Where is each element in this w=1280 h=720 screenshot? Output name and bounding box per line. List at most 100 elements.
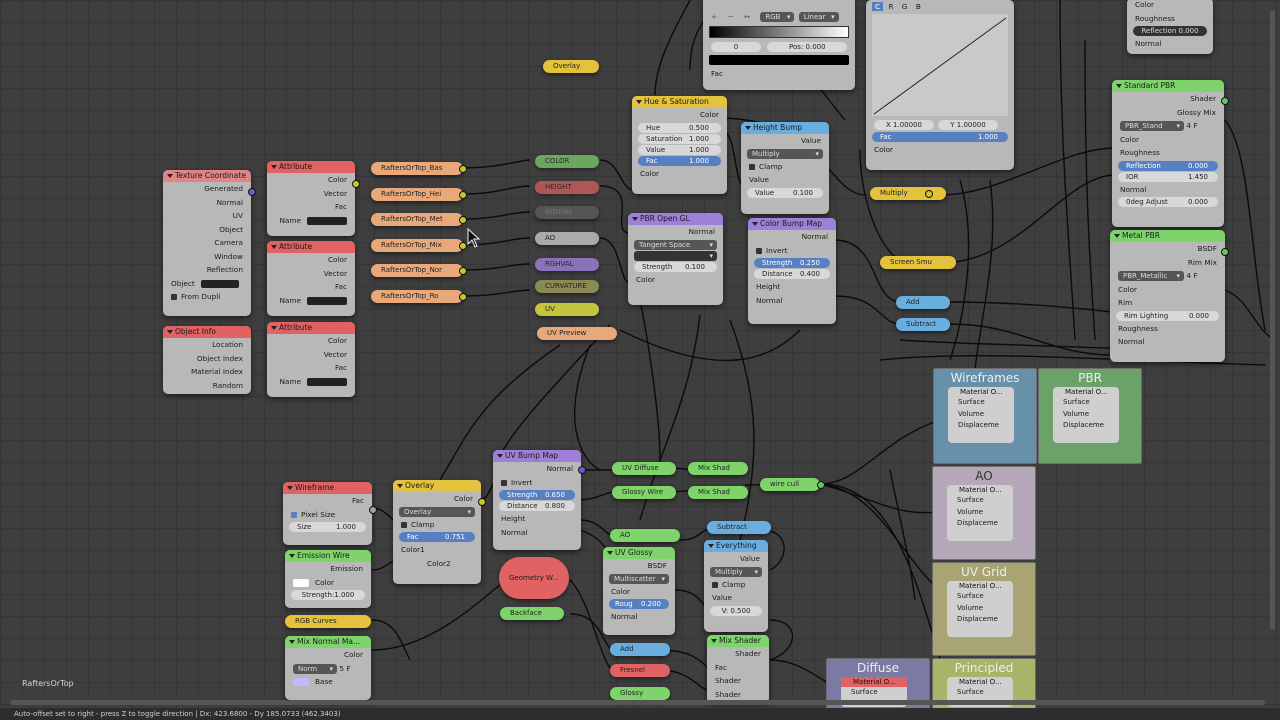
glossy-wire-pill[interactable]: Glossy Wire [612, 486, 676, 499]
space-select[interactable]: Tangent Space [634, 239, 717, 250]
socket[interactable] [925, 190, 933, 198]
ramp-color-mode-select[interactable]: RGB [760, 12, 795, 22]
mini-node-ao[interactable]: AO [535, 232, 599, 245]
color-swatch[interactable] [293, 578, 309, 587]
pixel-size-checkbox[interactable] [291, 511, 297, 518]
curve-y-field[interactable]: Y 1.00000 [938, 119, 998, 130]
emission-wire-node[interactable]: Emission Wire Emission Color Strength:1.… [285, 550, 371, 608]
curve-tab-r[interactable]: R [885, 2, 896, 11]
from-dupli-checkbox[interactable] [171, 294, 177, 300]
mini-node-color[interactable]: COLOR [535, 155, 599, 168]
glossy-pill[interactable]: Glossy [610, 687, 670, 700]
blend-mode-select[interactable]: Overlay [399, 506, 475, 517]
name-row[interactable]: Name [267, 214, 355, 228]
value-field[interactable]: Value 1.000 [638, 144, 721, 155]
distribution-select[interactable]: Multiscatter [609, 573, 669, 584]
socket[interactable] [369, 506, 377, 514]
fresnel-pill[interactable]: Fresnel [610, 664, 670, 677]
fac-field[interactable]: Fac 1.000 [638, 155, 721, 166]
ramp-interpolation-select[interactable]: Linear [798, 12, 839, 22]
stop-position-field[interactable]: Pos: 0.000 [767, 41, 848, 52]
color-row[interactable]: Color [285, 576, 371, 590]
object-field-row[interactable]: Object [163, 277, 251, 291]
reroute-pill[interactable]: RaftersOrTop_Hei [371, 188, 463, 201]
overlay-pill[interactable]: Overlay [543, 60, 599, 73]
socket[interactable] [459, 293, 467, 301]
material-output-node[interactable]: Material O... Surface Volume Displaceme [948, 387, 1014, 443]
curve-tab-c[interactable]: C [872, 2, 884, 11]
from-dupli-row[interactable]: From Dupli [163, 290, 251, 304]
distance-field[interactable]: Distance 0.800 [499, 501, 575, 511]
reflection-field[interactable]: Reflection 0.000 [1118, 160, 1218, 171]
reroute-pill[interactable]: RaftersOrTop_Mix [371, 239, 463, 252]
invert-checkbox[interactable] [501, 479, 507, 486]
strength-field[interactable]: Strength:1.000 [291, 590, 365, 600]
name-field[interactable] [307, 296, 347, 305]
uv-diffuse-pill[interactable]: UV Diffuse [612, 462, 676, 475]
invert-checkbox[interactable] [756, 247, 762, 254]
curve-tab-b[interactable]: B [913, 2, 924, 11]
height-bump-node[interactable]: Height Bump Value Multiply Clamp Value V… [741, 122, 829, 214]
attribute-node-3[interactable]: Attribute Color Vector Fac Name [267, 322, 355, 397]
curve-graph[interactable] [872, 13, 1008, 116]
wire-cull-pill[interactable]: wire cull [760, 478, 820, 491]
group-name-field[interactable]: PBR_Stand [1120, 121, 1184, 131]
invert-row[interactable]: Invert [748, 244, 836, 258]
frame-pbr[interactable]: PBR Material O... Surface Volume Displaceme [1038, 368, 1142, 464]
name-field[interactable] [307, 377, 347, 386]
uv-bump-map-node[interactable]: UV Bump Map Normal Invert Strength 0.650 … [493, 450, 581, 550]
socket[interactable] [459, 242, 467, 250]
subtract-pill[interactable]: Subtract [896, 318, 950, 331]
base-swatch[interactable] [293, 678, 309, 686]
curve-tab-g[interactable]: G [899, 2, 911, 11]
subtract-pill-2[interactable]: Subtract [707, 521, 771, 534]
socket[interactable] [1221, 97, 1229, 105]
add-pill-2[interactable]: Add [610, 643, 670, 656]
name-row[interactable]: Name [267, 375, 355, 389]
screen-smudge-pill[interactable]: Screen Smu [880, 256, 956, 269]
curve-x-field[interactable]: X 1.00000 [874, 119, 934, 130]
frame-uv-grid[interactable]: UV Grid Material O... Surface Volume Displa… [932, 562, 1036, 656]
socket[interactable] [248, 188, 256, 196]
pixel-size-row[interactable]: Pixel Size [283, 508, 372, 522]
roughness-field[interactable]: Roug 0.200 [609, 599, 669, 609]
attribute-node-2[interactable]: Attribute Color Vector Fac Name [267, 241, 355, 316]
reroute-pill[interactable]: RaftersOrTop_Met [371, 213, 463, 226]
group-name-field[interactable]: PBR_Metallic [1118, 271, 1184, 281]
group-name-field[interactable]: Norm [293, 663, 337, 674]
top-right-shader-node[interactable]: Color Roughness Reflection 0.000 Normal [1127, 0, 1213, 54]
blend-mode-select[interactable]: Multiply [747, 148, 823, 159]
add-pill[interactable]: Add [896, 296, 950, 309]
ao-pill[interactable]: AO [610, 529, 680, 542]
mini-node-uv[interactable]: UV [535, 303, 599, 316]
size-field[interactable]: Size 1.000 [289, 522, 366, 532]
object-info-node[interactable]: Object Info Location Object Index Materi… [163, 326, 251, 394]
group-datablock-row[interactable]: Norm 5 F [285, 662, 371, 676]
invert-row[interactable]: Invert [493, 476, 581, 490]
ramp-gradient[interactable] [709, 25, 849, 38]
node-editor-canvas[interactable]: Texture Coordinate Generated Normal UV O… [0, 0, 1280, 710]
mix-normal-node[interactable]: Mix Normal Ma... Color Norm 5 F Base [285, 636, 371, 700]
material-output-node[interactable]: Material O... Surface Volume Displaceme [947, 581, 1013, 637]
value-field[interactable]: Value 0.100 [747, 187, 823, 198]
mix-shader-pill-1[interactable]: Mix Shad [688, 462, 748, 475]
frame-wireframes[interactable]: Wireframes Material O... Surface Volume Dis… [933, 368, 1037, 464]
fac-field[interactable]: Fac 0.751 [399, 532, 475, 542]
rgb-curves-pill[interactable]: RGB Curves [285, 615, 371, 628]
hue-saturation-node[interactable]: Hue & Saturation Color Hue 0.500 Saturati… [632, 96, 727, 194]
geometry-wire-node[interactable]: Geometry W... [499, 557, 569, 599]
strength-field[interactable]: Strength 0.250 [754, 258, 830, 268]
mix-shader-pill-2[interactable]: Mix Shad [688, 486, 748, 499]
backface-pill[interactable]: Backface [500, 607, 564, 620]
horizontal-scrollbar[interactable] [10, 700, 1265, 705]
base-row[interactable]: Base [285, 675, 371, 689]
mini-node-rghval[interactable]: RGHVAL [535, 258, 599, 271]
wireframe-node[interactable]: Wireframe Fac Pixel Size Size 1.000 [283, 482, 372, 545]
v-field[interactable]: V: 0.500 [710, 605, 762, 616]
socket[interactable] [578, 466, 586, 474]
clamp-row[interactable]: Clamp [393, 518, 481, 532]
metal-pbr-node[interactable]: Metal PBR BSDF Rim Mix PBR_Metallic 4 F … [1110, 230, 1225, 362]
hue-field[interactable]: Hue 0.500 [638, 122, 721, 133]
socket[interactable] [459, 165, 467, 173]
clamp-checkbox[interactable] [401, 521, 407, 528]
